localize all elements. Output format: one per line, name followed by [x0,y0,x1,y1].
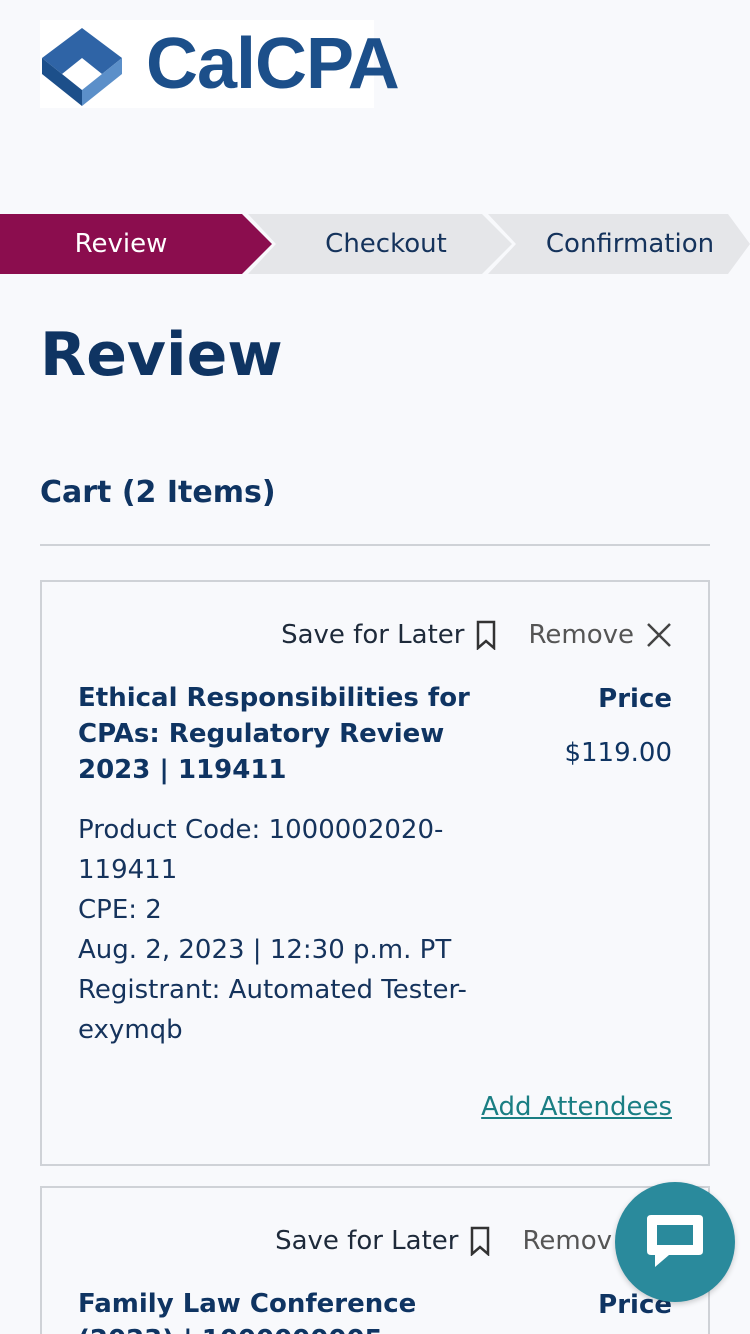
calcpa-logo[interactable]: CalCPA [40,20,400,108]
close-icon [647,623,671,647]
registrant: Registrant: Automated Tester-exymqb [78,975,467,1045]
divider [40,544,710,546]
save-for-later-label: Save for Later [281,620,465,650]
cart-title: Cart (2 Items) [40,475,276,510]
remove-label: Remov [522,1226,612,1256]
remove-button[interactable]: Remove [528,620,672,650]
item-actions: Save for Later Remove [281,620,672,650]
save-for-later-button[interactable]: Save for Later [275,1226,490,1256]
price-label: Price [598,684,672,714]
cart-item: Save for Later Remov Family Law Conferen… [40,1186,710,1334]
item-title[interactable]: Family Law Conference (2023) | 100000000… [78,1286,478,1334]
cpe-credits: CPE: 2 [78,895,162,925]
brand-name: CalCPA [146,24,400,104]
bookmark-icon [477,620,496,650]
step-checkout: Checkout [248,214,512,274]
chat-bubble-icon [647,1215,703,1267]
checkout-progress: Review Checkout Confirmation [0,214,750,274]
bookmark-icon [471,1226,490,1256]
save-for-later-label: Save for Later [275,1226,459,1256]
event-datetime: Aug. 2, 2023 | 12:30 p.m. PT [78,935,452,965]
cart-item: Save for Later Remove Ethical Responsibi… [40,580,710,1166]
item-title[interactable]: Ethical Responsibilities for CPAs: Regul… [78,680,478,788]
price-value: $119.00 [564,738,672,768]
add-attendees-link[interactable]: Add Attendees [481,1092,672,1122]
remove-button[interactable]: Remov [522,1226,612,1256]
save-for-later-button[interactable]: Save for Later [281,620,496,650]
chat-button[interactable] [615,1182,735,1302]
product-code: Product Code: 1000002020-119411 [78,815,444,885]
step-confirmation: Confirmation [488,214,750,274]
item-details: Product Code: 1000002020-119411 CPE: 2 A… [78,810,518,1050]
step-review: Review [0,214,272,274]
calcpa-cube-icon [42,28,122,106]
remove-label: Remove [528,620,634,650]
item-actions: Save for Later Remov [275,1226,672,1256]
page-title: Review [40,320,283,390]
